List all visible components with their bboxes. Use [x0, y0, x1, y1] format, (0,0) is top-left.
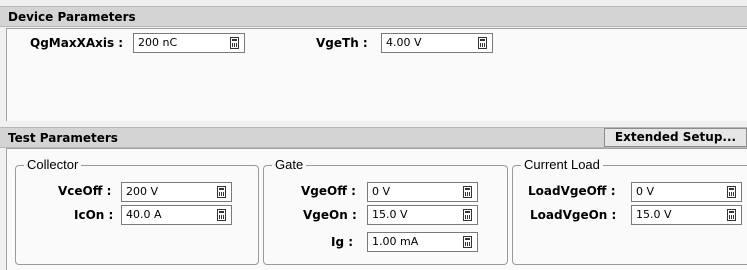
loadvgeoff-field[interactable]: 0 V: [631, 182, 742, 202]
vgeon-label: VgeOn :: [303, 208, 357, 222]
vceoff-value: 200 V: [126, 185, 159, 198]
vgeoff-label: VgeOff :: [301, 184, 356, 198]
calculator-icon[interactable]: [463, 209, 472, 221]
vgeoff-field[interactable]: 0 V: [367, 182, 478, 202]
ig-field[interactable]: 1.00 mA: [367, 232, 478, 252]
gate-group-title: Gate: [272, 157, 307, 173]
vgeon-field[interactable]: 15.0 V: [367, 205, 478, 225]
vgeoff-value: 0 V: [372, 185, 391, 198]
calculator-icon[interactable]: [478, 37, 487, 49]
vceoff-field[interactable]: 200 V: [121, 182, 232, 202]
icon-value: 40.0 A: [126, 208, 162, 221]
qgmax-field[interactable]: 200 nC: [133, 33, 245, 53]
loadvgeoff-value: 0 V: [636, 185, 655, 198]
calculator-icon[interactable]: [463, 236, 472, 248]
loadvgeon-label: LoadVgeOn :: [530, 208, 617, 222]
vceoff-label: VceOff :: [58, 184, 112, 198]
vgeth-label: VgeTh :: [316, 36, 368, 50]
loadvgeoff-label: LoadVgeOff :: [528, 184, 616, 198]
qgmax-label: QgMaxXAxis :: [30, 36, 124, 50]
vgeon-value: 15.0 V: [372, 208, 408, 221]
vgeth-value: 4.00 V: [386, 36, 422, 49]
icon-label: IcOn :: [74, 208, 114, 222]
ig-label: Ig :: [331, 235, 354, 249]
vgeth-field[interactable]: 4.00 V: [381, 33, 493, 53]
calculator-icon[interactable]: [217, 209, 226, 221]
loadvgeon-value: 15.0 V: [636, 208, 672, 221]
current-load-group-title: Current Load: [521, 157, 603, 173]
calculator-icon[interactable]: [463, 186, 472, 198]
calculator-icon[interactable]: [217, 186, 226, 198]
calculator-icon[interactable]: [727, 186, 736, 198]
calculator-icon[interactable]: [727, 209, 736, 221]
qgmax-value: 200 nC: [138, 36, 178, 49]
calculator-icon[interactable]: [230, 37, 239, 49]
loadvgeon-field[interactable]: 15.0 V: [631, 205, 742, 225]
ig-value: 1.00 mA: [372, 235, 419, 248]
icon-field[interactable]: 40.0 A: [121, 205, 232, 225]
collector-group-title: Collector: [24, 157, 82, 173]
extended-setup-button[interactable]: Extended Setup...: [604, 128, 747, 147]
device-parameters-header: Device Parameters: [0, 6, 747, 27]
